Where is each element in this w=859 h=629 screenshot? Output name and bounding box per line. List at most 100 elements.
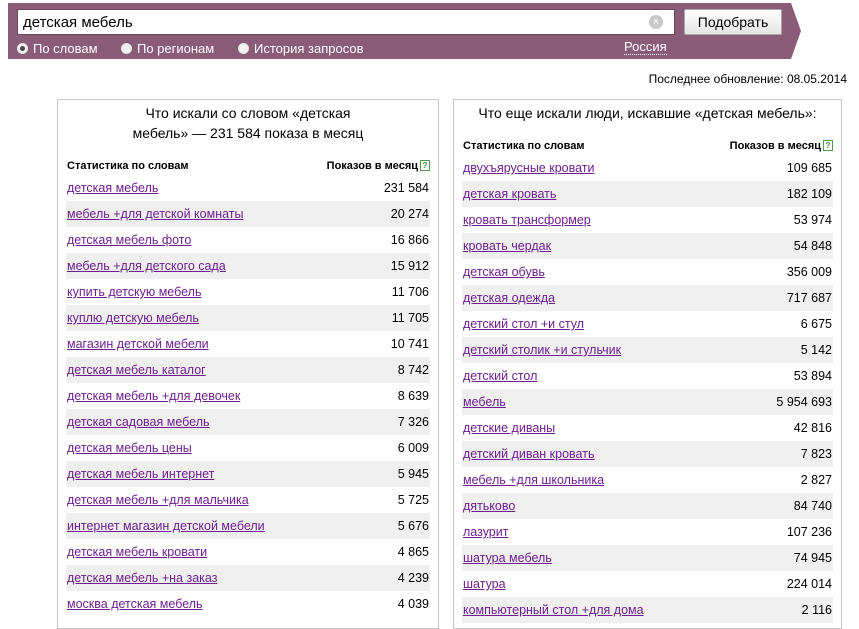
tab-by-regions[interactable]: По регионам [121, 39, 214, 57]
help-icon[interactable]: ? [823, 140, 833, 151]
keyword-link[interactable]: детский столик +и стульчик [463, 343, 621, 357]
shows-count: 53 894 [793, 369, 832, 383]
keyword-link[interactable]: детская мебель +для девочек [67, 389, 240, 403]
table-row: детская мебель кровати 4 865 [66, 539, 430, 565]
keyword-link[interactable]: шатура мебель [463, 551, 552, 565]
keyword-link[interactable]: детские диваны [463, 421, 555, 435]
search-bar: × Подобрать По словам По регионам Истори… [8, 3, 791, 59]
column-header-shows: Показов в месяц? [730, 140, 833, 152]
table-row: интернет магазин детской мебели 5 676 [66, 513, 430, 539]
table-row: шатура мебель 74 945 [462, 545, 833, 571]
keyword-link[interactable]: детская мебель +для мальчика [67, 493, 249, 507]
keyword-link[interactable]: детская мебель +на заказ [67, 571, 217, 585]
keyword-link[interactable]: детская одежда [463, 291, 555, 305]
shows-count: 182 109 [786, 187, 832, 201]
shows-count: 11 706 [391, 285, 429, 299]
shows-count: 15 912 [390, 259, 429, 273]
keyword-link[interactable]: детская мебель интернет [67, 467, 214, 481]
shows-count: 7 823 [800, 447, 832, 461]
keyword-link[interactable]: мебель +для школьника [463, 473, 604, 487]
region-link[interactable]: Россия [624, 39, 667, 55]
table-row: двухъярусные кровати 109 685 [462, 155, 833, 181]
keyword-link[interactable]: шатура [463, 577, 506, 591]
table-row: магазин детской мебели 10 741 [66, 331, 430, 357]
keyword-link[interactable]: детский стол [463, 369, 537, 383]
shows-count: 4 039 [397, 597, 429, 611]
table-row: детская мебель +для мальчика 5 725 [66, 487, 430, 513]
table-header: Статистика по словам Показов в месяц? [67, 156, 430, 176]
shows-count: 717 687 [786, 291, 832, 305]
related-panel: Что еще искали люди, искавшие «детская м… [453, 99, 842, 629]
keyword-link[interactable]: москва детская мебель [67, 597, 203, 611]
shows-count: 4 865 [397, 545, 429, 559]
tab-by-words[interactable]: По словам [17, 39, 98, 57]
table-row: детская мебель фото 16 866 [66, 227, 430, 253]
table-row: детская мебель 231 584 [66, 175, 430, 201]
panel-title-line: Что искали со словом «детская [145, 105, 351, 121]
shows-count: 224 014 [786, 577, 832, 591]
table-row: детская мебель каталог 8 742 [66, 357, 430, 383]
table-row: шатура 224 014 [462, 571, 833, 597]
related-table: двухъярусные кровати 109 685 детская крова… [462, 155, 833, 623]
radio-icon[interactable] [238, 42, 249, 54]
shows-count: 5 945 [397, 467, 429, 481]
shows-count: 74 945 [793, 551, 832, 565]
table-row: детский стол 53 894 [462, 363, 833, 389]
table-row: лазурит 107 236 [462, 519, 833, 545]
table-row: мебель +для детской комнаты 20 274 [66, 201, 430, 227]
keyword-link[interactable]: детская мебель цены [67, 441, 192, 455]
keyword-link[interactable]: детская мебель кровати [67, 545, 207, 559]
table-row: москва детская мебель 4 039 [66, 591, 430, 617]
keyword-link[interactable]: мебель +для детского сада [67, 259, 226, 273]
keyword-link[interactable]: двухъярусные кровати [463, 161, 594, 175]
shows-count: 356 009 [786, 265, 832, 279]
shows-count: 54 848 [793, 239, 832, 253]
keyword-link[interactable]: лазурит [463, 525, 508, 539]
keyword-link[interactable]: детский диван кровать [463, 447, 594, 461]
table-row: детский столик +и стульчик 5 142 [462, 337, 833, 363]
keyword-link[interactable]: детская мебель фото [67, 233, 191, 247]
column-header-shows: Показов в месяц? [327, 160, 430, 172]
keyword-link[interactable]: детская обувь [463, 265, 545, 279]
column-header-words: Статистика по словам [463, 140, 585, 152]
keyword-link[interactable]: куплю детскую мебель [67, 311, 199, 325]
keyword-link[interactable]: магазин детской мебели [67, 337, 209, 351]
table-row: детская садовая мебель 7 326 [66, 409, 430, 435]
radio-checked-icon[interactable] [17, 42, 28, 54]
keyword-link[interactable]: детский стол +и стул [463, 317, 584, 331]
keyword-link[interactable]: дятьково [463, 499, 515, 513]
column-header-words: Статистика по словам [67, 160, 189, 172]
table-row: детский стол +и стул 6 675 [462, 311, 833, 337]
radio-icon[interactable] [121, 42, 132, 54]
keyword-link[interactable]: мебель +для детской комнаты [67, 207, 244, 221]
table-row: детская обувь 356 009 [462, 259, 833, 285]
keyword-link[interactable]: купить детскую мебель [67, 285, 201, 299]
shows-count: 8 639 [397, 389, 429, 403]
table-row: купить детскую мебель 11 706 [66, 279, 430, 305]
keyword-link[interactable]: детская мебель [67, 181, 158, 195]
table-row: мебель +для школьника 2 827 [462, 467, 833, 493]
tab-history[interactable]: История запросов [238, 39, 364, 57]
table-header: Статистика по словам Показов в месяц? [463, 136, 833, 156]
shows-count: 42 816 [793, 421, 832, 435]
shows-count: 231 584 [383, 181, 429, 195]
keyword-link[interactable]: детская кровать [463, 187, 556, 201]
clear-icon[interactable]: × [649, 15, 663, 29]
table-row: кровать чердак 54 848 [462, 233, 833, 259]
keyword-link[interactable]: кровать чердак [463, 239, 551, 253]
keyword-link[interactable]: компьютерный стол +для дома [463, 603, 644, 617]
table-row: детская мебель интернет 5 945 [66, 461, 430, 487]
shows-count: 109 685 [786, 161, 832, 175]
table-row: куплю детскую мебель 11 705 [66, 305, 430, 331]
shows-count: 20 274 [390, 207, 429, 221]
keyword-link[interactable]: кровать трансформер [463, 213, 591, 227]
search-input[interactable] [17, 9, 675, 35]
shows-count: 5 954 693 [776, 395, 832, 409]
last-update: Последнее обновление: 08.05.2014 [648, 72, 847, 86]
help-icon[interactable]: ? [420, 160, 430, 171]
keyword-link[interactable]: детская садовая мебель [67, 415, 210, 429]
submit-button[interactable]: Подобрать [684, 9, 782, 35]
keyword-link[interactable]: детская мебель каталог [67, 363, 206, 377]
keyword-link[interactable]: интернет магазин детской мебели [67, 519, 265, 533]
keyword-link[interactable]: мебель [463, 395, 506, 409]
